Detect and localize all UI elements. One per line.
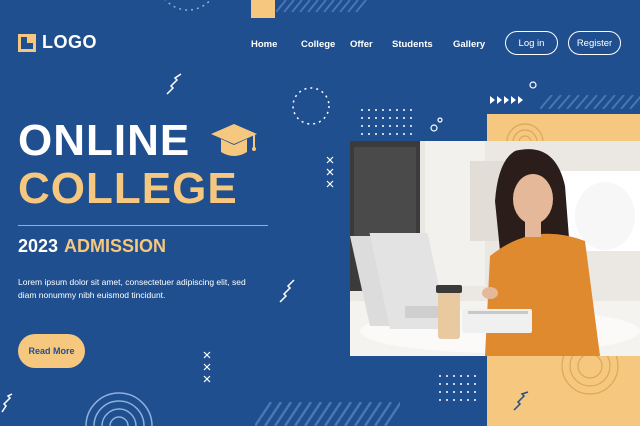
zigzag-bottom-left xyxy=(1,393,13,413)
zigzag-accent xyxy=(513,391,529,411)
nav-offer[interactable]: Offer xyxy=(350,39,373,50)
dashed-circle-top xyxy=(164,0,212,11)
zigzag-mid xyxy=(279,279,295,303)
hero-photo xyxy=(350,141,640,356)
stripes-right xyxy=(540,95,640,109)
admission-line: 2023 ADMISSION xyxy=(18,236,166,257)
landing-page: LOGO Home College Offer Students Gallery… xyxy=(0,0,640,426)
accent-square-top xyxy=(251,0,275,18)
cross-marks-low xyxy=(203,351,211,383)
zigzag-left xyxy=(166,73,182,95)
logo-mark-icon xyxy=(18,33,36,52)
hero-title-line1: ONLINE xyxy=(18,116,191,165)
dashed-circle-mid xyxy=(292,87,330,125)
stripes-bottom xyxy=(255,402,400,426)
nav-home[interactable]: Home xyxy=(251,39,277,50)
nav-students[interactable]: Students xyxy=(392,39,433,50)
nav-college[interactable]: College xyxy=(301,39,335,50)
graduation-cap-icon xyxy=(211,124,257,156)
brand-logo[interactable]: LOGO xyxy=(18,32,97,53)
logo-text: LOGO xyxy=(42,32,97,52)
arc-lines-accent-top xyxy=(506,123,544,142)
hero-description: Lorem ipsum dolor sit amet, consectetuer… xyxy=(18,277,246,300)
nav-gallery[interactable]: Gallery xyxy=(453,39,485,50)
concentric-circles-accent xyxy=(561,356,619,395)
dot-grid-top xyxy=(361,109,412,135)
admission-label: ADMISSION xyxy=(64,236,167,256)
divider xyxy=(18,225,268,226)
admission-year: 2023 xyxy=(18,236,59,256)
arc-lines-bottom xyxy=(85,392,153,426)
register-button[interactable]: Register xyxy=(568,31,621,55)
login-button[interactable]: Log in xyxy=(505,31,558,55)
read-more-button[interactable]: Read More xyxy=(18,334,85,368)
stripes-top xyxy=(276,0,367,12)
cross-marks-mid xyxy=(326,156,334,188)
hero-title-line2: COLLEGE xyxy=(18,164,238,213)
dot-grid-bottom xyxy=(439,375,476,401)
